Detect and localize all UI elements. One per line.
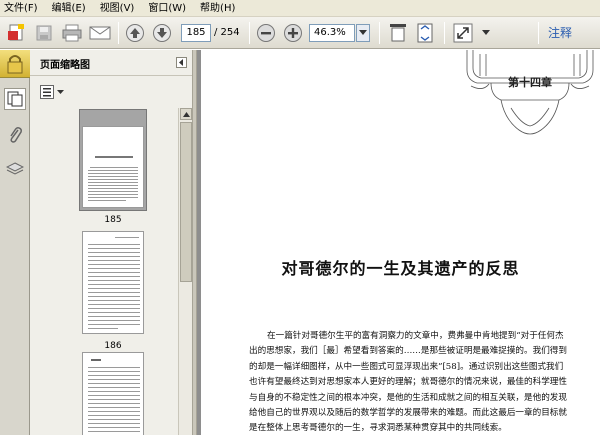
fullscreen-icon[interactable]: [452, 22, 474, 44]
chapter-title: 对哥德尔的一生及其遗产的反思: [281, 259, 520, 278]
zoom-in-icon[interactable]: [282, 22, 304, 44]
fit-page-icon[interactable]: [414, 22, 436, 44]
chevron-left-icon: [179, 59, 183, 66]
layers-icon: [6, 162, 24, 175]
next-page-icon[interactable]: [151, 22, 173, 44]
paperclip-icon: [10, 127, 22, 143]
toolbar-options-button[interactable]: [480, 22, 492, 44]
menu-file[interactable]: 文件(F): [4, 0, 38, 17]
thumbnail-page-number: 186: [104, 341, 122, 351]
lock-icon: [7, 55, 23, 74]
scroll-up-button[interactable]: [180, 108, 192, 120]
thumbnail-list: 185 186: [30, 108, 178, 435]
navigation-pane-bar: [0, 50, 30, 435]
thumbnail-page[interactable]: [82, 126, 144, 208]
body-line: 出的思想家，我们［最］希望看到答案的……是那些被证明是最难捉摸的。我们得到: [249, 346, 567, 357]
attachments-tab[interactable]: [4, 124, 26, 146]
email-icon[interactable]: [88, 22, 112, 44]
create-pdf-icon[interactable]: [6, 22, 28, 44]
document-page: 第十四章 对哥德尔的一生及其遗产的反思 在一篇针对哥德尔生平的富有洞察力的文章中…: [201, 50, 600, 435]
toolbar-separator: [249, 22, 250, 44]
layers-tab[interactable]: [4, 158, 26, 180]
print-icon[interactable]: [60, 22, 84, 44]
panel-title: 页面缩略图: [40, 60, 90, 71]
single-page-icon[interactable]: [387, 22, 409, 44]
body-line: 与自身的不稳定性之间的根本冲突，是他的生活和成就之间的相互关联，是他的发现: [249, 392, 567, 403]
page-preview-graphic: [88, 156, 138, 201]
toolbar-separator: [444, 22, 445, 44]
collapse-panel-button[interactable]: [176, 57, 187, 68]
thumbnails-panel: 页面缩略图 185 186: [30, 50, 192, 435]
zoom-out-icon[interactable]: [255, 22, 277, 44]
body-line: 是在整体上思考哥德尔的一生，寻求洞悉某种贯穿其中的共同线索。: [249, 423, 507, 434]
chapter-ornament: [466, 50, 594, 135]
thumbnail-page[interactable]: [82, 231, 144, 334]
security-tab[interactable]: [0, 50, 30, 78]
panel-header: 页面缩略图: [30, 50, 192, 76]
menu-window[interactable]: 窗口(W): [148, 0, 186, 17]
body-text: 在一篇针对哥德尔生平的富有洞察力的文章中，费弗曼中肯地提到“对于任何杰 出的思想…: [249, 329, 597, 435]
page-preview-graphic: [88, 237, 140, 329]
toolbar-separator: [538, 22, 539, 44]
body-line: 给他自己的世界观以及随后的数学哲学的发展带来的难题。而此这最后一章的目标就: [249, 408, 567, 419]
zoom-input[interactable]: 46.3%: [309, 24, 355, 42]
menu-help[interactable]: 帮助(H): [200, 0, 235, 17]
thumbnail-page[interactable]: [82, 352, 144, 435]
thumbnail-page-number: 185: [104, 215, 122, 225]
menu-edit[interactable]: 编辑(E): [52, 0, 86, 17]
annotate-button[interactable]: 注释: [548, 24, 572, 42]
previous-page-icon[interactable]: [124, 22, 146, 44]
chapter-heading: 第十四章: [508, 76, 552, 89]
menu-view[interactable]: 视图(V): [100, 0, 135, 17]
chevron-down-icon: [482, 30, 490, 35]
page-total-label: / 254: [214, 27, 240, 38]
chevron-down-icon: [359, 30, 367, 35]
document-view[interactable]: 第十四章 对哥德尔的一生及其遗产的反思 在一篇针对哥德尔生平的富有洞察力的文章中…: [197, 50, 600, 435]
save-icon[interactable]: [33, 22, 55, 44]
page-number-input[interactable]: 185: [181, 24, 211, 42]
toolbar-separator: [118, 22, 119, 44]
thumbnail-scrollbar[interactable]: [178, 108, 192, 435]
thumbnail-options-button[interactable]: [40, 84, 64, 100]
zoom-dropdown-button[interactable]: [356, 24, 370, 42]
options-menu-icon: [40, 85, 54, 99]
body-line: 在一篇针对哥德尔生平的富有洞察力的文章中，费弗曼中肯地提到“对于任何杰: [267, 331, 564, 341]
toolbar-separator: [379, 22, 380, 44]
scrollbar-thumb[interactable]: [180, 122, 192, 282]
menu-bar: 文件(F) 编辑(E) 视图(V) 窗口(W) 帮助(H): [0, 0, 600, 17]
pages-tab[interactable]: [4, 88, 26, 110]
chevron-down-icon: [57, 89, 64, 94]
body-line: 也许有望最终达到对思想家本人更好的理解；就哥德尔的情况来说，最佳的科学理性: [249, 377, 567, 388]
toolbar: 185 / 254 46.3% 注释: [0, 17, 600, 49]
body-line: 的却是一幅详细图样，从中一些图式可显浮现出来”[58]。通过识别出这些图式我们: [249, 361, 564, 372]
chevron-up-icon: [182, 111, 190, 117]
pages-icon: [7, 91, 23, 107]
page-preview-graphic: [88, 359, 140, 432]
